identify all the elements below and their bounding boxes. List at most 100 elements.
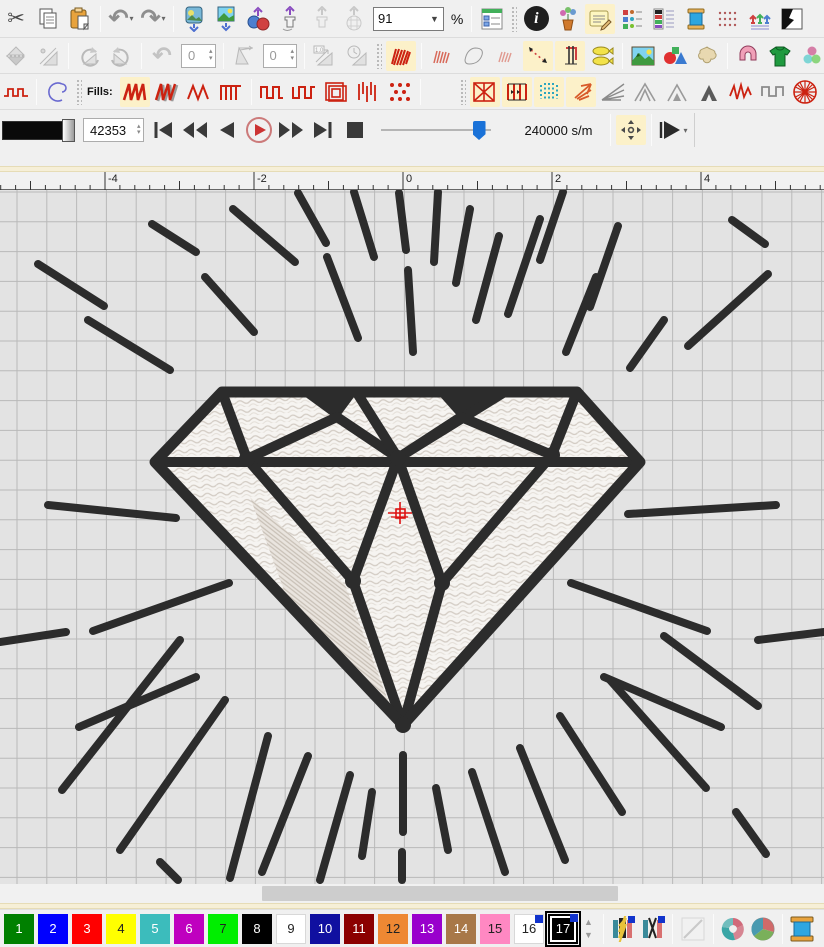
import-design-icon[interactable] (179, 4, 209, 34)
palette-color-14[interactable]: 14 (446, 914, 476, 944)
vector-shapes-icon[interactable] (660, 41, 690, 71)
stitch-list-icon[interactable] (477, 4, 507, 34)
motif-dot-circle-icon[interactable] (534, 77, 564, 107)
letter-shape-icon[interactable] (733, 41, 763, 71)
background-image-icon[interactable] (628, 41, 658, 71)
speed-slider[interactable] (381, 119, 491, 141)
spool-palette-icon[interactable] (788, 915, 816, 943)
color-sphere-icon[interactable] (749, 915, 777, 943)
thread-chart-icon[interactable] (609, 915, 637, 943)
scrollbar-thumb[interactable] (262, 886, 618, 901)
color-wheel-icon[interactable] (719, 915, 747, 943)
notes-edit-icon[interactable] (585, 4, 615, 34)
skip-to-start-button[interactable] (148, 116, 178, 144)
sparse-fill-icon[interactable] (491, 41, 521, 71)
motif-peak-open-icon[interactable] (630, 77, 660, 107)
color-order-list-icon[interactable] (617, 4, 647, 34)
palette-color-12[interactable]: 12 (378, 914, 408, 944)
palette-color-5[interactable]: 5 (140, 914, 170, 944)
fill-square-wave2-icon[interactable] (289, 77, 319, 107)
chevron-down-icon[interactable]: ▼ (430, 14, 439, 24)
step-back-button[interactable] (212, 116, 242, 144)
info-icon[interactable]: i (521, 4, 551, 34)
step-forward-button[interactable]: ▾ (657, 116, 687, 144)
fill-dots-icon[interactable] (385, 77, 415, 107)
fill-satin-dense-icon[interactable] (120, 77, 150, 107)
zoom-combobox[interactable]: 91 ▼ (373, 7, 444, 31)
contrast-view-icon[interactable] (777, 4, 807, 34)
import-image-icon[interactable] (211, 4, 241, 34)
outline-shape-icon[interactable] (459, 41, 489, 71)
rewind-button[interactable] (180, 116, 210, 144)
fast-forward-button[interactable] (276, 116, 306, 144)
palette-scroll-spinner[interactable]: ▲▼ (584, 918, 593, 940)
palette-color-16[interactable]: 16 (514, 914, 544, 944)
satin-stitch-icon[interactable] (386, 41, 416, 71)
thread-spool-icon[interactable] (681, 4, 711, 34)
flower-shape-icon[interactable] (692, 41, 722, 71)
rotate-angle-spinner[interactable]: 0 ▴▾ (181, 44, 216, 68)
palette-color-3[interactable]: 3 (72, 914, 102, 944)
palette-color-4[interactable]: 4 (106, 914, 136, 944)
motif-column-fill-icon[interactable] (502, 77, 532, 107)
arc-tool-icon[interactable] (42, 77, 72, 107)
palette-color-15[interactable]: 15 (480, 914, 510, 944)
motif-peak-solid-icon[interactable] (694, 77, 724, 107)
palette-color-17[interactable]: 17 (548, 914, 578, 944)
paste-icon[interactable] (65, 4, 95, 34)
running-stitch-icon[interactable] (1, 77, 31, 107)
applique-fish-icon[interactable] (587, 41, 617, 71)
fill-meander-icon[interactable] (321, 77, 351, 107)
fill-columns-icon[interactable] (353, 77, 383, 107)
design-canvas[interactable] (0, 190, 824, 884)
import-colors-icon[interactable] (243, 4, 273, 34)
cut-icon[interactable]: ✂ (1, 4, 31, 34)
motif-wheel-icon[interactable] (790, 77, 820, 107)
fill-satin-shadow-icon[interactable] (152, 77, 182, 107)
fill-zigzag-icon[interactable] (184, 77, 214, 107)
play-button[interactable] (244, 116, 274, 144)
export-thread-icon[interactable] (275, 4, 305, 34)
palette-color-11[interactable]: 11 (344, 914, 374, 944)
stitch-points-icon[interactable] (713, 4, 743, 34)
fill-square-wave-icon[interactable] (257, 77, 287, 107)
undo-button[interactable]: ↶▾ (106, 4, 136, 34)
fill-comb-icon[interactable] (216, 77, 246, 107)
palette-color-1[interactable]: 1 (4, 914, 34, 944)
redo-button[interactable]: ↷▾ (138, 4, 168, 34)
palette-color-2[interactable]: 2 (38, 914, 68, 944)
fill-region-icon[interactable] (427, 41, 457, 71)
motif-cross-fill-icon[interactable] (470, 77, 500, 107)
progress-slider-thumb[interactable] (62, 119, 75, 142)
thread-chart-x-icon[interactable] (639, 915, 667, 943)
design-properties-icon[interactable] (553, 4, 583, 34)
palette-color-8[interactable]: 8 (242, 914, 272, 944)
crescent-fill-icon[interactable] (426, 77, 456, 107)
speed-slider-thumb[interactable] (473, 121, 486, 140)
community-icon[interactable] (745, 4, 775, 34)
palette-color-9[interactable]: 9 (276, 914, 306, 944)
motif-peak-mid-icon[interactable] (662, 77, 692, 107)
stitch-count-spinner[interactable]: 42353 ▴▾ (83, 118, 144, 142)
tshirt-icon[interactable] (765, 41, 795, 71)
thread-palette-icon[interactable] (649, 4, 679, 34)
pan-move-icon[interactable] (616, 115, 646, 145)
motif-crumple-icon[interactable] (566, 77, 596, 107)
horizontal-scrollbar[interactable] (0, 884, 824, 903)
palette-color-6[interactable]: 6 (174, 914, 204, 944)
needle-tool-icon[interactable] (555, 41, 585, 71)
stop-button[interactable] (340, 116, 370, 144)
manual-stitch-icon[interactable] (523, 41, 553, 71)
stitch-progress-bar[interactable] (2, 121, 64, 140)
palette-color-13[interactable]: 13 (412, 914, 442, 944)
motif-step-icon[interactable] (758, 77, 788, 107)
skew-spinner[interactable]: 0 ▴▾ (263, 44, 298, 68)
motif-fan-icon[interactable] (598, 77, 628, 107)
color-blend-icon[interactable] (797, 41, 824, 71)
skip-to-end-button[interactable] (308, 116, 338, 144)
palette-color-7[interactable]: 7 (208, 914, 238, 944)
fills-label: Fills: (87, 86, 113, 98)
motif-wave-icon[interactable] (726, 77, 756, 107)
palette-color-10[interactable]: 10 (310, 914, 340, 944)
copy-icon[interactable] (33, 4, 63, 34)
